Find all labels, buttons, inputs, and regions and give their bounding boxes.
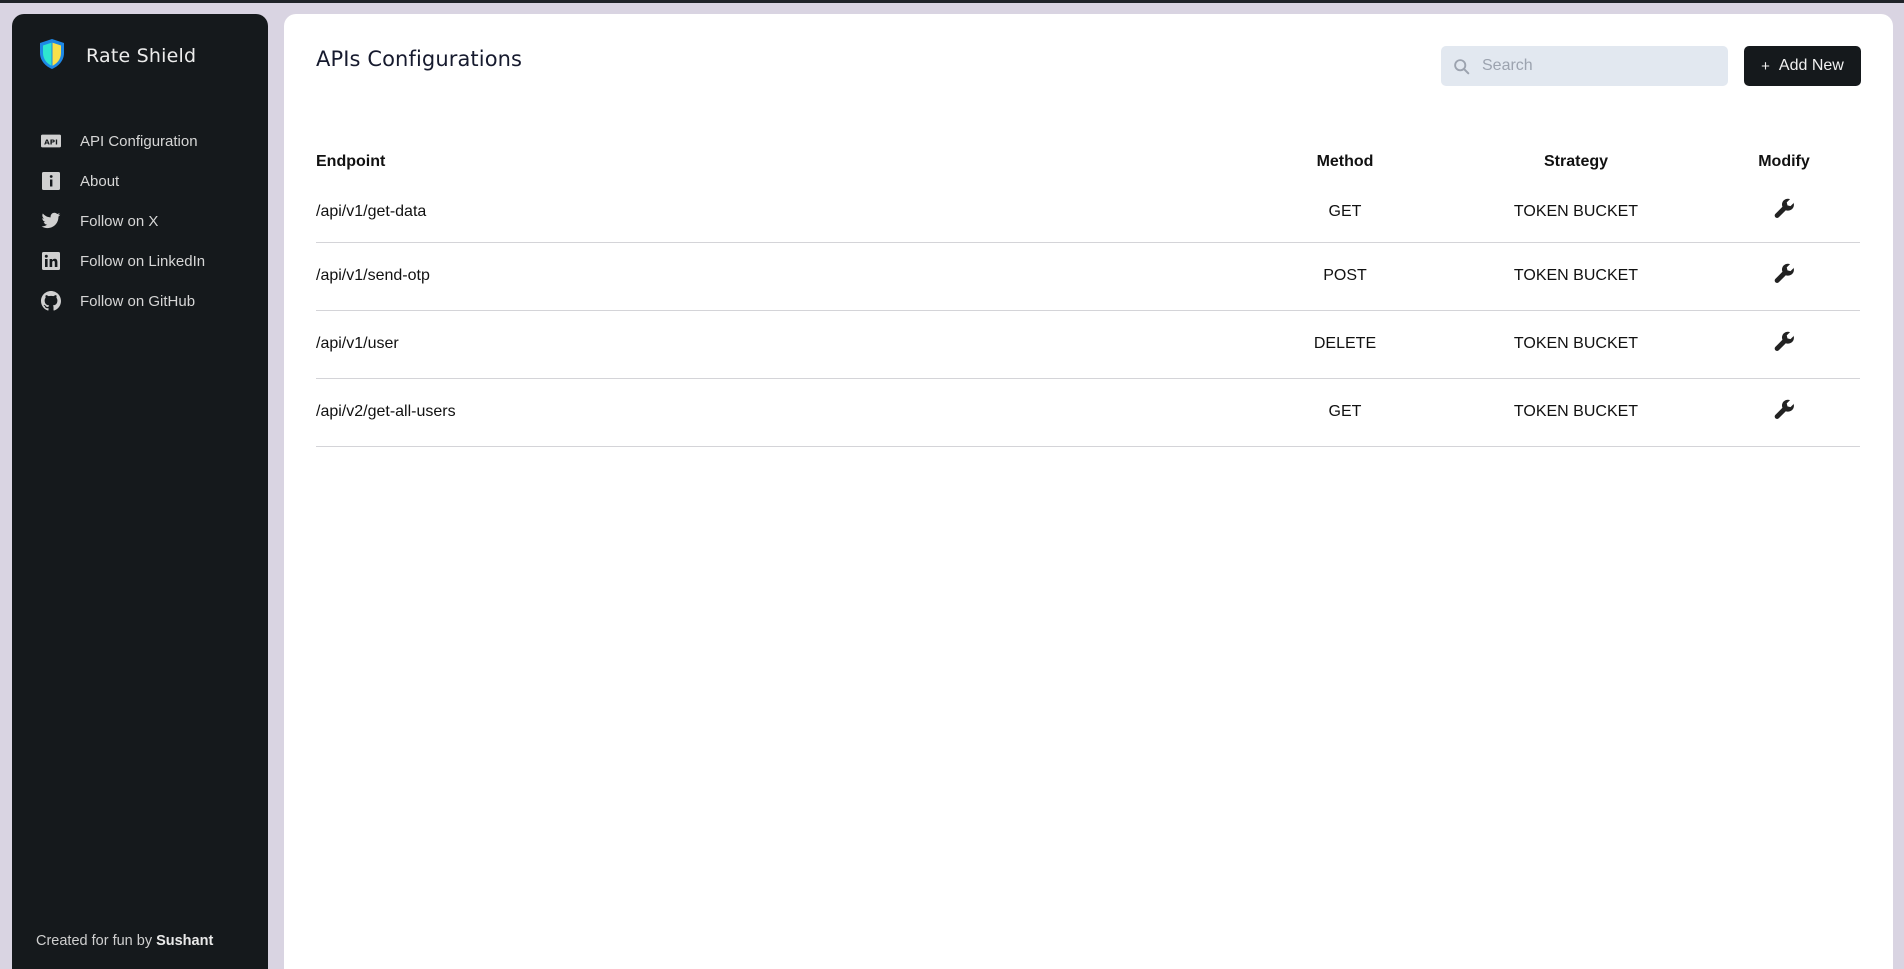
table-row[interactable]: /api/v1/user DELETE TOKEN BUCKET: [316, 310, 1860, 378]
svg-text:API: API: [44, 138, 58, 147]
column-header-endpoint[interactable]: Endpoint: [316, 142, 1246, 182]
method-cell: POST: [1323, 267, 1367, 284]
add-new-button[interactable]: + Add New: [1744, 46, 1861, 86]
table-row[interactable]: /api/v2/get-all-users GET TOKEN BUCKET: [316, 378, 1860, 446]
wrench-icon[interactable]: [1773, 198, 1795, 220]
sidebar-item-label: Follow on LinkedIn: [80, 252, 206, 270]
modify-cell: [1708, 310, 1860, 378]
sidebar-item-about[interactable]: About: [40, 161, 205, 201]
shield-logo-icon: [38, 38, 66, 74]
app-name: Rate Shield: [86, 45, 197, 67]
sidebar-item-api-configuration[interactable]: API API Configuration: [40, 121, 205, 161]
github-icon: [40, 291, 62, 311]
modify-cell: [1708, 182, 1860, 242]
modify-cell: [1708, 242, 1860, 310]
api-icon: API: [40, 131, 62, 151]
sidebar-item-label: API Configuration: [80, 132, 198, 150]
sidebar: Rate Shield API API Configuration About …: [12, 14, 268, 969]
sidebar-item-label: About: [80, 172, 120, 190]
sidebar-item-follow-linkedin[interactable]: Follow on LinkedIn: [40, 241, 205, 281]
strategy-cell: TOKEN BUCKET: [1513, 267, 1639, 284]
sidebar-nav: API API Configuration About Follow on X …: [40, 121, 205, 321]
wrench-icon[interactable]: [1773, 399, 1795, 421]
main-panel: APIs Configurations + Add New Endpoint M…: [284, 14, 1893, 969]
endpoint-cell: /api/v2/get-all-users: [316, 403, 456, 420]
method-cell: GET: [1328, 202, 1362, 220]
linkedin-icon: [40, 251, 62, 271]
footer-prefix: Created for fun by: [36, 933, 157, 949]
strategy-cell: TOKEN BUCKET: [1513, 335, 1639, 352]
search-box[interactable]: [1441, 46, 1728, 86]
twitter-icon: [40, 211, 62, 231]
modify-cell: [1708, 378, 1860, 446]
wrench-icon[interactable]: [1773, 331, 1795, 353]
wrench-icon[interactable]: [1773, 263, 1795, 285]
page-title: APIs Configurations: [316, 47, 523, 71]
endpoint-cell: /api/v1/send-otp: [316, 267, 430, 284]
plus-icon: +: [1761, 57, 1770, 75]
endpoint-cell: /api/v1/user: [316, 335, 399, 352]
column-header-method[interactable]: Method: [1246, 142, 1444, 182]
brand[interactable]: Rate Shield: [38, 38, 196, 74]
info-icon: [40, 171, 62, 191]
sidebar-item-follow-x[interactable]: Follow on X: [40, 201, 205, 241]
sidebar-footer: Created for fun by Sushant: [36, 933, 213, 949]
endpoint-cell: /api/v1/get-data: [316, 202, 427, 220]
search-input[interactable]: [1482, 57, 1722, 75]
footer-author: Sushant: [156, 933, 214, 949]
search-icon: [1441, 58, 1470, 75]
add-new-label: Add New: [1778, 57, 1844, 74]
column-header-strategy[interactable]: Strategy: [1444, 142, 1708, 182]
method-cell: GET: [1328, 403, 1362, 420]
table-header-row: Endpoint Method Strategy Modify: [316, 142, 1860, 182]
strategy-cell: TOKEN BUCKET: [1513, 202, 1639, 220]
table-row[interactable]: /api/v1/get-data GET TOKEN BUCKET: [316, 182, 1860, 242]
sidebar-item-label: Follow on GitHub: [80, 292, 196, 310]
strategy-cell: TOKEN BUCKET: [1513, 403, 1639, 420]
table-row[interactable]: /api/v1/send-otp POST TOKEN BUCKET: [316, 242, 1860, 310]
method-cell: DELETE: [1313, 335, 1377, 352]
column-header-modify: Modify: [1758, 153, 1810, 170]
sidebar-item-follow-github[interactable]: Follow on GitHub: [40, 281, 205, 321]
api-config-table: Endpoint Method Strategy Modify /api/v1/…: [316, 142, 1860, 447]
sidebar-item-label: Follow on X: [80, 212, 159, 230]
window-top-strip: [0, 0, 1904, 3]
